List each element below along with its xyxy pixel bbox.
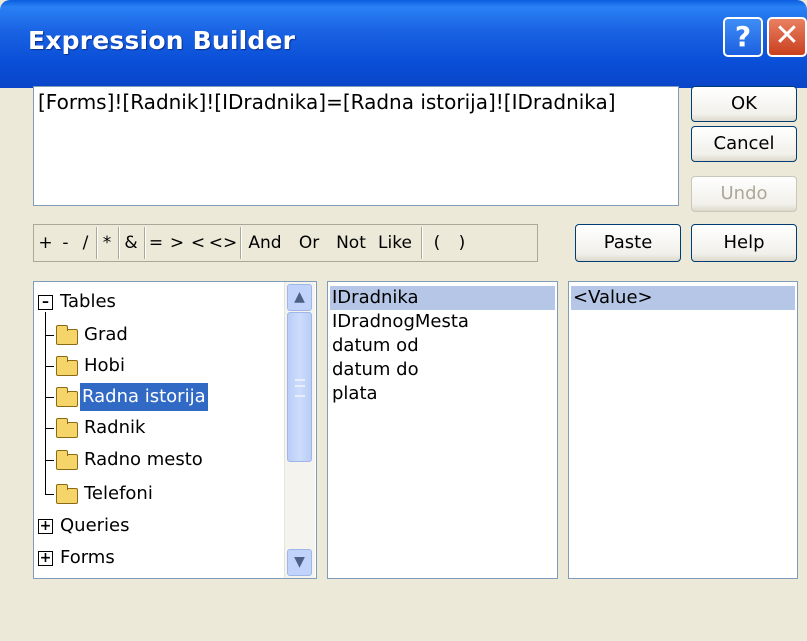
tree-line xyxy=(45,397,54,398)
op-minus-button[interactable]: - xyxy=(56,227,75,259)
folder-icon xyxy=(56,418,78,438)
op-not-button[interactable]: Not xyxy=(330,227,372,259)
op-not-equal-button[interactable]: <> xyxy=(208,227,238,259)
collapse-icon[interactable]: – xyxy=(38,295,53,310)
op-plus-button[interactable]: + xyxy=(36,227,55,259)
folder-icon xyxy=(56,484,78,504)
list-item[interactable]: datum do xyxy=(330,358,555,382)
op-equals-button[interactable]: = xyxy=(146,227,166,259)
op-greater-button[interactable]: > xyxy=(167,227,187,259)
grip-icon xyxy=(295,379,305,397)
expand-icon[interactable]: + xyxy=(38,551,53,566)
tree-scrollbar[interactable]: ▲ ▼ xyxy=(284,282,315,578)
op-like-button[interactable]: Like xyxy=(373,227,417,259)
list-item[interactable]: plata xyxy=(330,382,555,406)
list-item[interactable]: IDradnogMesta xyxy=(330,310,555,334)
cancel-button[interactable]: Cancel xyxy=(691,126,797,162)
expression-builder-dialog: Expression Builder ? ✕ [Forms]![Radnik]!… xyxy=(0,0,807,641)
tree-line xyxy=(45,428,54,429)
operator-toolbar: + - / * & = > < <> And Or Not Like ( ) xyxy=(33,224,538,262)
op-open-paren-button[interactable]: ( xyxy=(425,227,449,259)
folder-icon xyxy=(56,450,78,470)
folder-icon xyxy=(56,325,78,345)
object-tree[interactable]: – Tables Grad Hobi Radna istorija Radnik… xyxy=(33,281,317,579)
undo-button[interactable]: Undo xyxy=(691,176,797,212)
value-list[interactable]: <Value> xyxy=(568,281,798,579)
op-separator xyxy=(421,227,423,259)
help-button[interactable]: Help xyxy=(691,224,797,262)
op-close-paren-button[interactable]: ) xyxy=(450,227,474,259)
window-title: Expression Builder xyxy=(28,26,296,55)
help-icon[interactable]: ? xyxy=(723,17,763,57)
tree-line xyxy=(45,312,46,495)
scroll-thumb[interactable] xyxy=(287,312,312,462)
expand-icon[interactable]: + xyxy=(38,519,53,534)
op-multiply-button[interactable]: * xyxy=(98,227,116,259)
folder-open-icon xyxy=(56,387,78,407)
expression-input[interactable]: [Forms]![Radnik]![IDradnika]=[Radna isto… xyxy=(33,86,679,206)
folder-icon xyxy=(56,356,78,376)
title-bar[interactable]: Expression Builder ? ✕ xyxy=(0,0,807,88)
paste-button[interactable]: Paste xyxy=(575,224,681,262)
op-divide-button[interactable]: / xyxy=(76,227,95,259)
tree-line xyxy=(45,335,54,336)
tree-line xyxy=(45,460,54,461)
tree-line xyxy=(45,494,54,495)
field-list[interactable]: IDradnika IDradnogMesta datum od datum d… xyxy=(327,281,558,579)
op-or-button[interactable]: Or xyxy=(290,227,328,259)
op-less-button[interactable]: < xyxy=(188,227,208,259)
ok-button[interactable]: OK xyxy=(691,86,797,122)
op-and-button[interactable]: And xyxy=(242,227,288,259)
list-item[interactable]: IDradnika xyxy=(330,286,555,310)
list-item[interactable]: <Value> xyxy=(571,286,795,310)
scroll-down-icon[interactable]: ▼ xyxy=(287,549,312,576)
list-item[interactable]: datum od xyxy=(330,334,555,358)
expression-text: [Forms]![Radnik]![IDradnika]=[Radna isto… xyxy=(38,90,616,114)
close-icon[interactable]: ✕ xyxy=(767,17,807,57)
scroll-up-icon[interactable]: ▲ xyxy=(287,284,312,311)
tree-line xyxy=(45,366,54,367)
op-ampersand-button[interactable]: & xyxy=(120,227,142,259)
